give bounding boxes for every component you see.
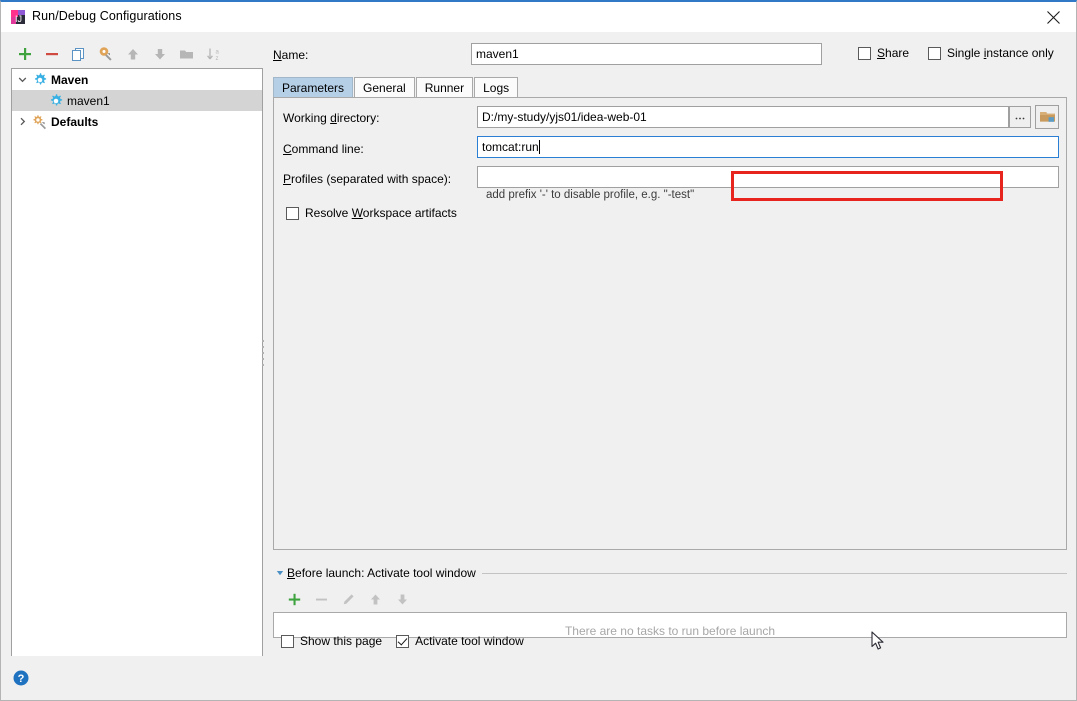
- checkbox-box: [928, 46, 941, 60]
- tab-label: General: [363, 81, 406, 95]
- command-line-value: tomcat:run: [482, 140, 539, 154]
- svg-text:a: a: [215, 50, 219, 56]
- before-launch-title: Before launch: Activate tool window: [287, 566, 476, 580]
- edit-templates-button[interactable]: [92, 42, 119, 66]
- command-line-input[interactable]: tomcat:run: [477, 136, 1059, 158]
- copy-configuration-button[interactable]: [65, 42, 92, 66]
- tab-general[interactable]: General: [354, 77, 415, 98]
- text-caret: [538, 140, 540, 154]
- browse-directory-button[interactable]: [1009, 106, 1031, 128]
- dialog-footer: ? OK Cancel Apply: [1, 656, 1076, 700]
- checkbox-box: [286, 206, 299, 220]
- before-launch-options: Show this page Activate tool window: [281, 634, 538, 648]
- working-directory-label: Working directory:: [283, 111, 380, 125]
- parameters-tab-panel: Working directory: Command line: t: [273, 97, 1067, 550]
- title-bar: IJ Run/Debug Configurations: [1, 2, 1076, 32]
- name-label: Name:: [273, 48, 309, 62]
- profiles-label: Profiles (separated with space):: [283, 172, 452, 186]
- tree-node-defaults[interactable]: Defaults: [12, 111, 262, 132]
- task-move-up-button: [362, 588, 389, 610]
- show-this-page-label: Show this page: [300, 634, 383, 648]
- tab-label: Runner: [424, 81, 465, 95]
- checkbox-box: [858, 46, 871, 60]
- tree-node-label: Defaults: [51, 114, 99, 129]
- task-move-down-button: [389, 588, 416, 610]
- resolve-workspace-artifacts-checkbox[interactable]: Resolve Workspace artifacts: [286, 206, 457, 220]
- remove-task-button: [308, 588, 335, 610]
- tree-node-label: maven1: [67, 93, 110, 108]
- move-up-button[interactable]: [119, 42, 146, 66]
- add-configuration-button[interactable]: [11, 42, 38, 66]
- tree-node-maven1[interactable]: maven1: [12, 90, 262, 111]
- single-instance-only-checkbox[interactable]: Single instance only: [928, 46, 1054, 60]
- triangle-down-icon[interactable]: [273, 569, 287, 577]
- run-debug-configurations-dialog: IJ Run/Debug Configurations a z Maven ma…: [0, 0, 1077, 701]
- tab-logs[interactable]: Logs: [474, 77, 519, 98]
- chevron-down-icon[interactable]: [12, 75, 32, 84]
- svg-text:IJ: IJ: [15, 14, 22, 24]
- configuration-editor-pane: Name: Share Single instance only Paramet…: [273, 40, 1068, 655]
- tree-node-label: Maven: [51, 72, 89, 87]
- add-task-button[interactable]: [281, 588, 308, 610]
- help-icon[interactable]: ?: [13, 670, 29, 686]
- sort-az-button[interactable]: a z: [200, 42, 227, 66]
- svg-text:z: z: [215, 56, 218, 61]
- defaults-wrench-icon: [32, 114, 48, 130]
- edit-task-pencil-icon: [335, 588, 362, 610]
- window-title: Run/Debug Configurations: [32, 9, 182, 23]
- checkbox-box: [396, 634, 410, 648]
- chevron-right-icon[interactable]: [12, 117, 32, 126]
- working-directory-input[interactable]: [477, 106, 1009, 128]
- tab-label: Parameters: [282, 81, 345, 95]
- configurations-tree[interactable]: Maven maven1 Defaults: [11, 68, 263, 659]
- checkbox-box: [281, 634, 294, 648]
- close-icon[interactable]: [1030, 2, 1076, 32]
- command-line-label: Command line:: [283, 142, 364, 156]
- panel-splitter[interactable]: [262, 340, 266, 366]
- single-instance-only-label: Single instance only: [947, 46, 1054, 60]
- maven-gear-icon: [48, 93, 64, 109]
- share-checkbox[interactable]: Share: [858, 46, 909, 60]
- remove-configuration-button[interactable]: [38, 42, 65, 66]
- maven-gear-icon: [32, 72, 48, 88]
- module-folder-icon-button[interactable]: [1035, 105, 1059, 129]
- resolve-workspace-artifacts-label: Resolve Workspace artifacts: [305, 206, 457, 220]
- configurations-toolbar: a z: [11, 40, 261, 68]
- show-this-page-checkbox[interactable]: Show this page: [281, 634, 382, 648]
- svg-text:?: ?: [18, 673, 25, 685]
- new-folder-button[interactable]: [173, 42, 200, 66]
- intellij-idea-icon: IJ: [10, 9, 26, 25]
- tab-label: Logs: [483, 81, 510, 95]
- before-launch-header: Before launch: Activate tool window: [273, 565, 1067, 581]
- tab-runner[interactable]: Runner: [415, 77, 474, 98]
- profiles-hint: add prefix '-' to disable profile, e.g. …: [486, 189, 695, 201]
- tree-node-maven[interactable]: Maven: [12, 69, 262, 90]
- activate-tool-window-label: Activate tool window: [415, 634, 524, 648]
- move-down-button[interactable]: [146, 42, 173, 66]
- header-divider: [481, 572, 1067, 574]
- before-launch-toolbar: [281, 588, 416, 610]
- profiles-input[interactable]: [477, 166, 1059, 188]
- editor-tabs: Parameters General Runner Logs: [273, 76, 519, 98]
- activate-tool-window-checkbox[interactable]: Activate tool window: [396, 634, 524, 648]
- tab-parameters[interactable]: Parameters: [273, 77, 354, 98]
- name-input[interactable]: [471, 43, 822, 65]
- share-label: Share: [877, 46, 910, 60]
